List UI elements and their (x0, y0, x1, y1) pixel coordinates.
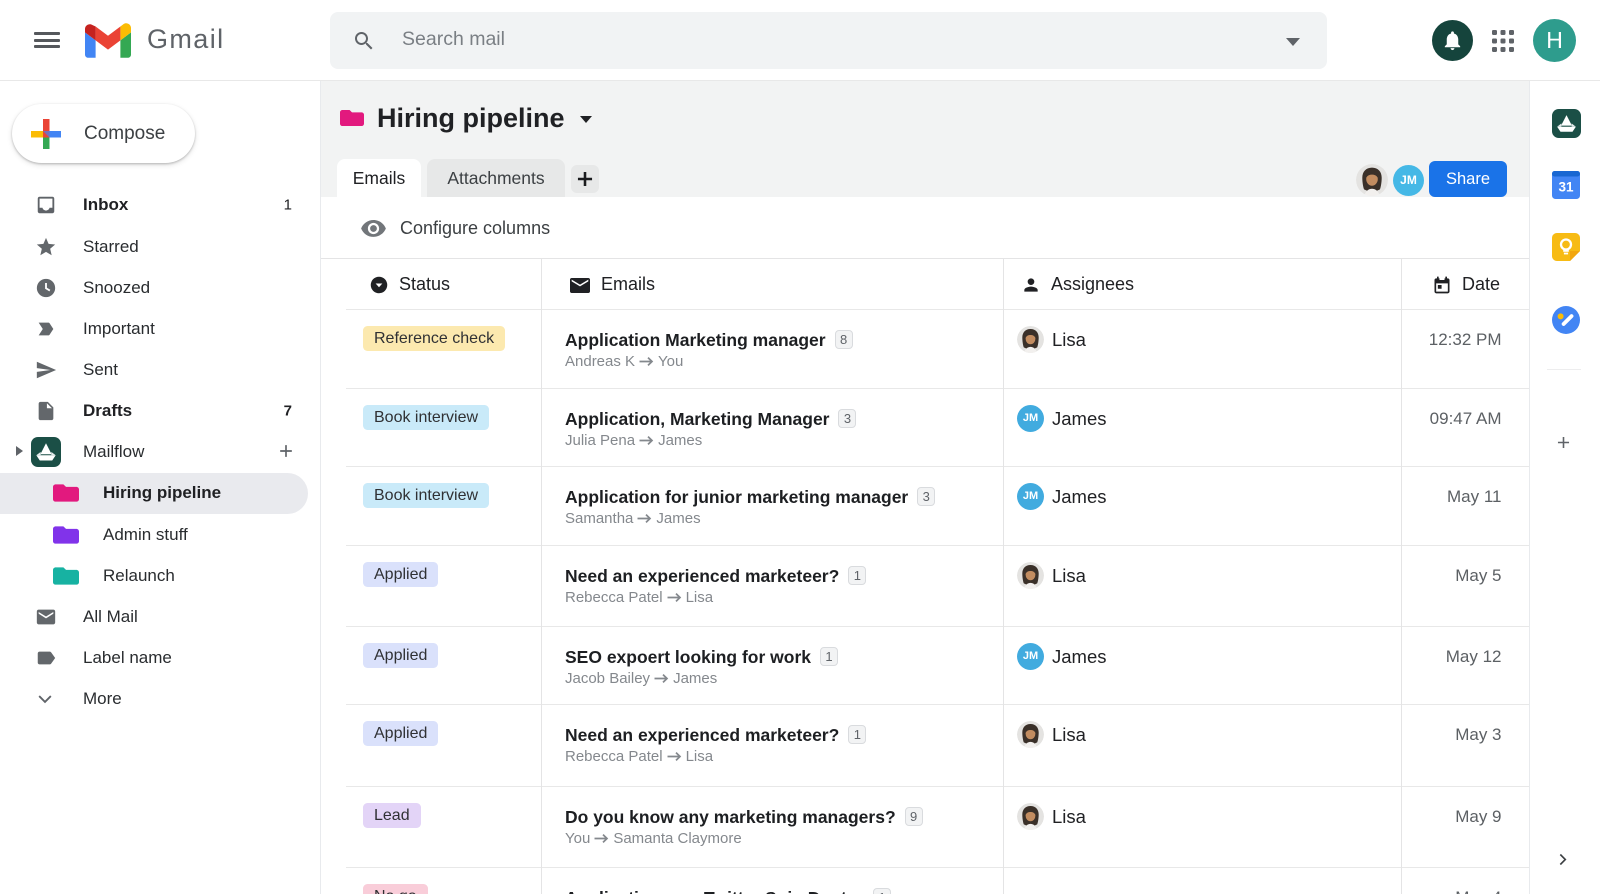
svg-text:31: 31 (1558, 180, 1574, 195)
